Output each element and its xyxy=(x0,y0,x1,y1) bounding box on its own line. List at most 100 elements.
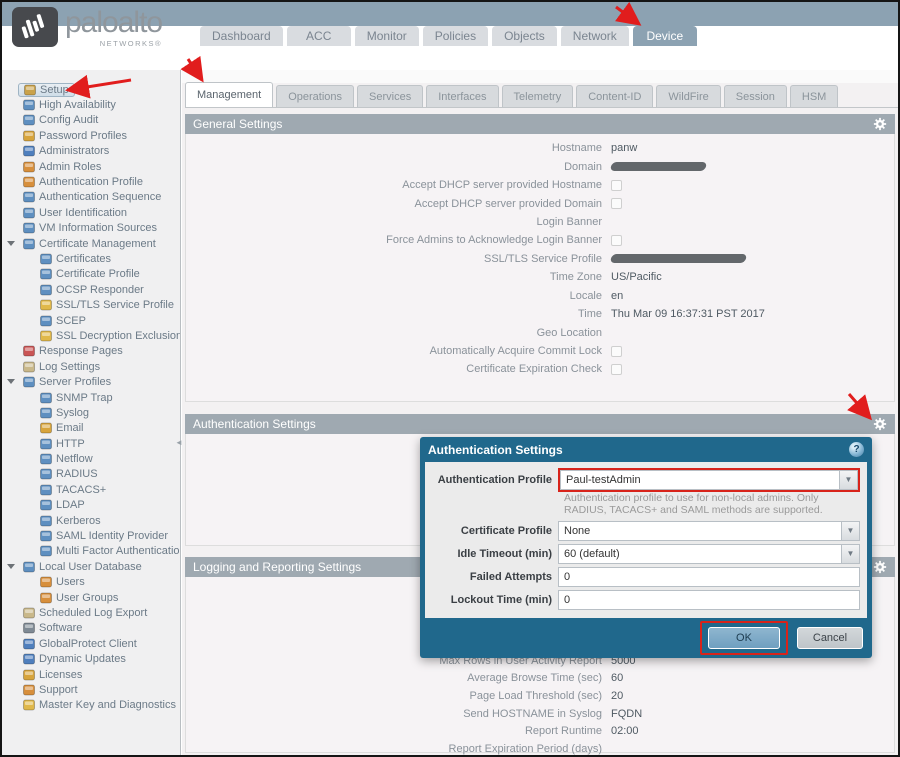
sidebar-item-kerberos[interactable]: Kerberos xyxy=(2,513,180,528)
dropdown-arrow-icon[interactable]: ▼ xyxy=(841,545,859,563)
main-tab-network[interactable]: Network xyxy=(561,26,629,46)
sidebar-item-syslog[interactable]: Syslog xyxy=(2,405,180,420)
sidebar-item-snmp-trap[interactable]: SNMP Trap xyxy=(2,390,180,405)
sidebar-item-config-audit[interactable]: Config Audit xyxy=(2,113,180,128)
sidebar-item-user-identification[interactable]: User Identification xyxy=(2,205,180,220)
sidebar-item-label: Users xyxy=(56,576,85,588)
general-settings-title: General Settings xyxy=(193,114,282,134)
main-tab-policies[interactable]: Policies xyxy=(423,26,488,46)
sidebar-item-setup[interactable]: Setup xyxy=(2,82,180,97)
sidebar-item-authentication-sequence[interactable]: Authentication Sequence xyxy=(2,190,180,205)
sidebar-item-certificates[interactable]: Certificates xyxy=(2,251,180,266)
sidebar-item-admin-roles[interactable]: Admin Roles xyxy=(2,159,180,174)
sub-tab-wildfire[interactable]: WildFire xyxy=(656,85,720,107)
certificate-profile-dropdown[interactable]: None▼ xyxy=(558,521,860,541)
checkbox-accept-dhcp-server-provided-hostname[interactable] xyxy=(611,180,622,191)
expand-arrow-icon[interactable] xyxy=(7,379,15,384)
sidebar-item-dynamic-updates[interactable]: Dynamic Updates xyxy=(2,651,180,666)
sidebar-item-local-user-database[interactable]: Local User Database xyxy=(2,559,180,574)
sub-tab-operations[interactable]: Operations xyxy=(276,85,354,107)
authentication-profile-dropdown[interactable]: Paul-testAdmin▼ xyxy=(560,470,858,490)
checkbox-automatically-acquire-commit-lock[interactable] xyxy=(611,346,622,357)
sidebar-item-label: Scheduled Log Export xyxy=(39,607,147,619)
main-tab-dashboard[interactable]: Dashboard xyxy=(200,26,283,46)
server-profiles-icon xyxy=(23,376,35,388)
expand-arrow-icon[interactable] xyxy=(7,241,15,246)
sidebar-item-certificate-profile[interactable]: Certificate Profile xyxy=(2,267,180,282)
dropdown-arrow-icon[interactable]: ▼ xyxy=(839,471,857,489)
main-tab-device[interactable]: Device xyxy=(633,26,697,46)
sub-tabs: ManagementOperationsServicesInterfacesTe… xyxy=(185,83,898,108)
expand-arrow-icon[interactable] xyxy=(7,564,15,569)
sidebar-item-master-key-and-diagnostics[interactable]: Master Key and Diagnostics xyxy=(2,698,180,713)
sidebar-item-high-availability[interactable]: High Availability xyxy=(2,97,180,112)
sidebar-item-label: Dynamic Updates xyxy=(39,653,126,665)
sub-tab-hsm[interactable]: HSM xyxy=(790,85,838,107)
sidebar-item-authentication-profile[interactable]: Authentication Profile xyxy=(2,174,180,189)
main-tab-objects[interactable]: Objects xyxy=(492,26,557,46)
authentication-settings-gear-icon[interactable] xyxy=(873,417,887,431)
sidebar-item-password-profiles[interactable]: Password Profiles xyxy=(2,128,180,143)
sidebar-item-ssl-tls-service-profile[interactable]: SSL/TLS Service Profile xyxy=(2,297,180,312)
sidebar-item-scep[interactable]: SCEP xyxy=(2,313,180,328)
lockout-time-min-input[interactable]: 0 xyxy=(558,590,860,610)
sidebar-item-label: Log Settings xyxy=(39,361,100,373)
sidebar-item-vm-information-sources[interactable]: VM Information Sources xyxy=(2,221,180,236)
sub-tab-session[interactable]: Session xyxy=(724,85,787,107)
dropdown-arrow-icon[interactable]: ▼ xyxy=(841,522,859,540)
sidebar-item-globalprotect-client[interactable]: GlobalProtect Client xyxy=(2,636,180,651)
sidebar-item-tacacs[interactable]: TACACS+ xyxy=(2,482,180,497)
sidebar-item-http[interactable]: HTTP xyxy=(2,436,180,451)
field-label: Page Load Threshold (sec) xyxy=(186,690,611,702)
sub-tab-services[interactable]: Services xyxy=(357,85,423,107)
sidebar-item-certificate-management[interactable]: Certificate Management xyxy=(2,236,180,251)
sidebar-item-licenses[interactable]: Licenses xyxy=(2,667,180,682)
general-settings-gear-icon[interactable] xyxy=(873,117,887,131)
help-icon[interactable]: ? xyxy=(849,442,864,457)
sub-tab-content-id[interactable]: Content-ID xyxy=(576,85,653,107)
checkbox-force-admins-to-acknowledge-login-banner[interactable] xyxy=(611,235,622,246)
sidebar-item-saml-identity-provider[interactable]: SAML Identity Provider xyxy=(2,528,180,543)
sidebar-item-label: User Groups xyxy=(56,592,118,604)
checkbox-accept-dhcp-server-provided-domain[interactable] xyxy=(611,198,622,209)
sidebar-collapse-icon[interactable]: ◄ xyxy=(175,438,183,447)
sub-tab-interfaces[interactable]: Interfaces xyxy=(426,85,498,107)
sidebar-item-response-pages[interactable]: Response Pages xyxy=(2,344,180,359)
sidebar-item-radius[interactable]: RADIUS xyxy=(2,467,180,482)
cancel-button[interactable]: Cancel xyxy=(797,627,863,649)
authentication-settings-header: Authentication Settings xyxy=(185,414,895,434)
dialog-row-certificate-profile: Certificate ProfileNone▼ xyxy=(432,520,860,541)
device-sidebar: Setup High Availability Config AuditPasswo… xyxy=(2,70,181,755)
sidebar-item-user-groups[interactable]: User Groups xyxy=(2,590,180,605)
logging-settings-gear-icon[interactable] xyxy=(873,560,887,574)
ok-button[interactable]: OK xyxy=(708,627,780,649)
dynamic-updates-icon xyxy=(23,653,35,665)
idle-timeout-min-dropdown[interactable]: 60 (default)▼ xyxy=(558,544,860,564)
sidebar-item-administrators[interactable]: Administrators xyxy=(2,144,180,159)
sidebar-item-multi-factor-authentication[interactable]: Multi Factor Authentication xyxy=(2,544,180,559)
sidebar-item-netflow[interactable]: Netflow xyxy=(2,451,180,466)
sidebar-item-software[interactable]: Software xyxy=(2,621,180,636)
licenses-icon xyxy=(23,669,35,681)
sidebar-item-users[interactable]: Users xyxy=(2,575,180,590)
sub-tab-telemetry[interactable]: Telemetry xyxy=(502,85,574,107)
administrators-icon xyxy=(23,145,35,157)
failed-attempts-input[interactable]: 0 xyxy=(558,567,860,587)
main-tab-acc[interactable]: ACC xyxy=(287,26,351,46)
sidebar-item-email[interactable]: Email xyxy=(2,421,180,436)
sidebar-item-label: High Availability xyxy=(39,99,116,111)
sidebar-item-log-settings[interactable]: Log Settings xyxy=(2,359,180,374)
sidebar-item-support[interactable]: Support xyxy=(2,682,180,697)
sidebar-item-ldap[interactable]: LDAP xyxy=(2,498,180,513)
checkbox-certificate-expiration-check[interactable] xyxy=(611,364,622,375)
sidebar-item-scheduled-log-export[interactable]: Scheduled Log Export xyxy=(2,605,180,620)
sidebar-item-ocsp-responder[interactable]: OCSP Responder xyxy=(2,282,180,297)
sub-tab-management[interactable]: Management xyxy=(185,82,273,107)
redacted-value xyxy=(610,162,707,171)
sidebar-item-ssl-decryption-exclusion[interactable]: SSL Decryption Exclusion xyxy=(2,328,180,343)
dialog-field-value: None xyxy=(559,522,841,540)
sidebar-item-server-profiles[interactable]: Server Profiles xyxy=(2,374,180,389)
dialog-row-authentication-profile: Authentication ProfilePaul-testAdmin▼ xyxy=(432,469,860,490)
general-row-time-zone: Time ZoneUS/Pacific xyxy=(186,268,894,286)
main-tab-monitor[interactable]: Monitor xyxy=(355,26,419,46)
